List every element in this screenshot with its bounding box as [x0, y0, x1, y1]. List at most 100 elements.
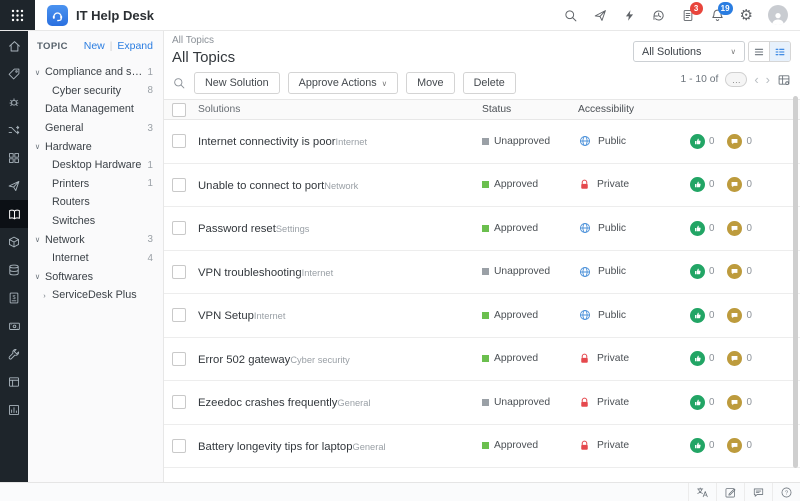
sidebar-item-data-management[interactable]: Data Management: [28, 100, 163, 119]
new-solution-button[interactable]: New Solution: [194, 72, 280, 94]
chevron-down-icon[interactable]: ∨: [33, 235, 42, 244]
comment-icon[interactable]: [727, 134, 742, 149]
help-icon[interactable]: ?: [772, 483, 800, 501]
comment-icon[interactable]: [727, 177, 742, 192]
row-checkbox[interactable]: [172, 178, 186, 192]
row-checkbox[interactable]: [172, 395, 186, 409]
rail-workspace-icon[interactable]: [0, 368, 28, 396]
table-row[interactable]: Error 502 gateway - Applications not acc…: [164, 468, 800, 483]
previous-page-icon[interactable]: ‹: [754, 73, 758, 86]
flash-icon[interactable]: [623, 8, 636, 23]
row-checkbox[interactable]: [172, 134, 186, 148]
like-icon[interactable]: [690, 395, 705, 410]
like-icon[interactable]: [690, 308, 705, 323]
chevron-down-icon[interactable]: ∨: [33, 142, 42, 151]
sidebar-item-cyber-security[interactable]: Cyber security8: [28, 82, 163, 101]
sidebar-item-routers[interactable]: Routers: [28, 193, 163, 212]
solution-title[interactable]: Password reset: [198, 223, 276, 235]
solution-title[interactable]: Error 502 gateway: [198, 354, 290, 366]
table-row[interactable]: VPN SetupInternet Approved Public 0 0: [164, 294, 800, 338]
column-solutions[interactable]: Solutions: [198, 104, 482, 115]
rail-solutions-icon[interactable]: [0, 200, 28, 228]
rail-home-icon[interactable]: [0, 32, 28, 60]
sidebar-item-printers[interactable]: Printers1: [28, 175, 163, 194]
select-all-checkbox[interactable]: [172, 103, 186, 117]
rail-admin-icon[interactable]: [0, 340, 28, 368]
topic-new-link[interactable]: New: [84, 40, 105, 52]
chevron-down-icon[interactable]: ∨: [33, 272, 42, 281]
rail-requests-icon[interactable]: [0, 60, 28, 88]
sidebar-item-internet[interactable]: Internet4: [28, 249, 163, 268]
solution-title[interactable]: VPN troubleshooting: [198, 267, 302, 279]
column-status[interactable]: Status: [482, 104, 578, 115]
row-checkbox[interactable]: [172, 221, 186, 235]
user-avatar[interactable]: [768, 5, 788, 25]
like-icon[interactable]: [690, 177, 705, 192]
comment-icon[interactable]: [727, 351, 742, 366]
chat-icon[interactable]: [744, 483, 772, 501]
solutions-filter-dropdown[interactable]: All Solutions ∨: [633, 41, 745, 62]
rail-reports-icon[interactable]: [0, 396, 28, 424]
sidebar-item-hardware[interactable]: ∨Hardware: [28, 137, 163, 156]
solution-title[interactable]: Battery longevity tips for laptop: [198, 441, 352, 453]
row-checkbox[interactable]: [172, 352, 186, 366]
table-row[interactable]: VPN troubleshootingInternet Unapproved P…: [164, 251, 800, 295]
rail-contracts-icon[interactable]: $: [0, 284, 28, 312]
like-icon[interactable]: [690, 134, 705, 149]
rail-projects-icon[interactable]: [0, 144, 28, 172]
move-button[interactable]: Move: [406, 72, 454, 94]
column-settings-icon[interactable]: [777, 73, 791, 87]
sidebar-item-network[interactable]: ∨Network3: [28, 230, 163, 249]
table-row[interactable]: Password resetSettings Approved Public 0…: [164, 207, 800, 251]
app-launcher-button[interactable]: [0, 0, 35, 30]
search-icon[interactable]: [563, 8, 578, 23]
list-view-button[interactable]: [749, 42, 769, 61]
like-icon[interactable]: [690, 438, 705, 453]
solutions-search-icon[interactable]: [172, 76, 186, 90]
table-row[interactable]: Internet connectivity is poorInternet Un…: [164, 120, 800, 164]
like-icon[interactable]: [690, 221, 705, 236]
history-icon[interactable]: [651, 8, 666, 23]
feedback-icon[interactable]: [716, 483, 744, 501]
table-row[interactable]: Ezeedoc crashes frequentlyGeneral Unappr…: [164, 381, 800, 425]
translate-icon[interactable]: [688, 483, 716, 501]
sidebar-item-softwares[interactable]: ∨Softwares: [28, 268, 163, 287]
comment-icon[interactable]: [727, 438, 742, 453]
comment-icon[interactable]: [727, 308, 742, 323]
rail-problems-icon[interactable]: [0, 88, 28, 116]
column-accessibility[interactable]: Accessibility: [578, 104, 690, 115]
row-checkbox[interactable]: [172, 439, 186, 453]
like-icon[interactable]: [690, 264, 705, 279]
rail-purchase-icon[interactable]: [0, 312, 28, 340]
sidebar-item-desktop-hardware[interactable]: Desktop Hardware1: [28, 156, 163, 175]
solution-title[interactable]: Internet connectivity is poor: [198, 136, 336, 148]
rail-releases-icon[interactable]: [0, 172, 28, 200]
table-row[interactable]: Unable to connect to portNetwork Approve…: [164, 164, 800, 208]
sidebar-item-general[interactable]: General3: [28, 119, 163, 138]
approve-actions-button[interactable]: Approve Actions ∨: [288, 72, 399, 94]
quick-create-icon[interactable]: [593, 8, 608, 23]
comment-icon[interactable]: [727, 264, 742, 279]
delete-button[interactable]: Delete: [463, 72, 516, 94]
pagination-ellipsis-button[interactable]: …: [725, 72, 747, 87]
rail-cmdb-icon[interactable]: [0, 256, 28, 284]
solution-title[interactable]: Unable to connect to port: [198, 180, 324, 192]
comment-icon[interactable]: [727, 395, 742, 410]
sidebar-item-compliance-and-security[interactable]: ∨Compliance and security1: [28, 63, 163, 82]
row-checkbox[interactable]: [172, 265, 186, 279]
chevron-right-icon[interactable]: ›: [40, 291, 49, 300]
solution-title[interactable]: VPN Setup: [198, 310, 254, 322]
table-row[interactable]: Error 502 gatewayCyber security Approved…: [164, 338, 800, 382]
sidebar-item-switches[interactable]: Switches: [28, 212, 163, 231]
comment-icon[interactable]: [727, 221, 742, 236]
topic-expand-link[interactable]: Expand: [117, 40, 153, 52]
solution-title[interactable]: Ezeedoc crashes frequently: [198, 397, 337, 409]
card-view-button[interactable]: [769, 42, 790, 61]
table-row[interactable]: Battery longevity tips for laptopGeneral…: [164, 425, 800, 469]
settings-gear-icon[interactable]: ⚙: [740, 8, 753, 23]
row-checkbox[interactable]: [172, 308, 186, 322]
like-icon[interactable]: [690, 351, 705, 366]
vertical-scrollbar[interactable]: [793, 96, 798, 468]
rail-assets-icon[interactable]: [0, 228, 28, 256]
rail-changes-icon[interactable]: [0, 116, 28, 144]
